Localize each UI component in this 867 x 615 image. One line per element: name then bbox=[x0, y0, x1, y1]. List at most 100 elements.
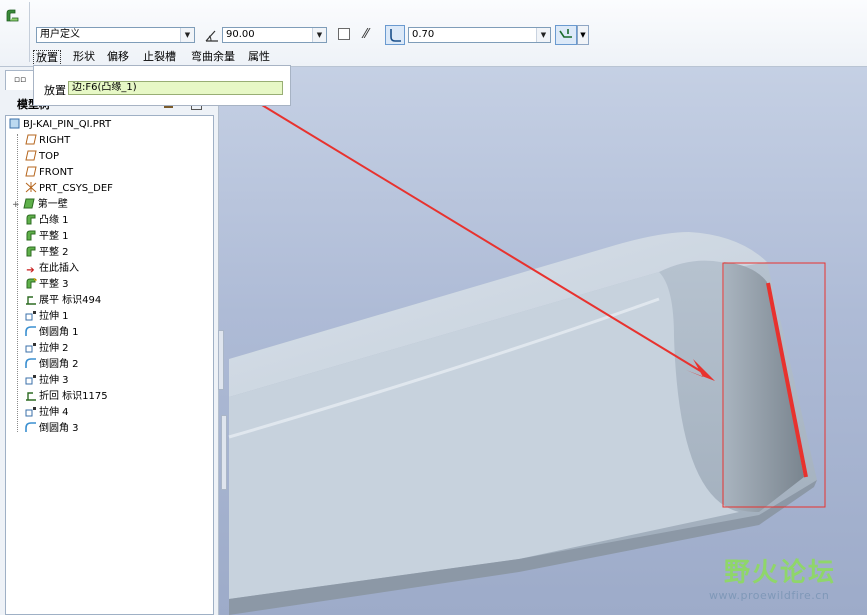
tree-item-csys[interactable]: PRT_CSYS_DEF bbox=[24, 182, 113, 196]
extrude-icon bbox=[24, 342, 37, 353]
tree-item-label: 拉伸 1 bbox=[39, 311, 69, 322]
tree-connector-line bbox=[17, 134, 18, 432]
unbend-icon bbox=[24, 294, 37, 305]
tree-item-bend-back[interactable]: 折回 标识1175 bbox=[24, 390, 108, 404]
chevron-down-icon[interactable]: ▼ bbox=[312, 28, 326, 42]
tree-item-label: 平整 3 bbox=[39, 279, 69, 290]
tree-item-front[interactable]: FRONT bbox=[24, 166, 73, 180]
bend-position-icon bbox=[559, 29, 572, 38]
csys-icon bbox=[24, 182, 37, 193]
flip-direction-icon[interactable]: ⁄⁄ bbox=[357, 26, 375, 44]
tree-item-label: 拉伸 3 bbox=[39, 375, 69, 386]
annotation-overlay bbox=[219, 78, 826, 508]
extrude-icon bbox=[24, 310, 37, 321]
flat-wall-icon bbox=[24, 246, 37, 257]
wall-icon bbox=[23, 198, 36, 209]
dashboard-separator bbox=[29, 2, 30, 62]
tree-item-insert-here[interactable]: ➔ 在此插入 bbox=[24, 262, 79, 276]
tree-item-round-2[interactable]: 倒圆角 2 bbox=[24, 358, 79, 372]
placement-label: 放置 bbox=[44, 84, 66, 97]
tree-item-label: 拉伸 4 bbox=[39, 407, 69, 418]
tree-item-flange-1[interactable]: 凸缘 1 bbox=[24, 214, 69, 228]
graphics-window[interactable]: 野火论坛 www.proewildfire.cn bbox=[219, 67, 867, 615]
tree-item-flat-3[interactable]: 平整 3 bbox=[24, 277, 69, 292]
bend-angle-value: 90.00 bbox=[226, 29, 255, 40]
tree-item-unbend[interactable]: 展平 标识494 bbox=[24, 294, 101, 308]
chevron-down-icon[interactable]: ▼ bbox=[536, 28, 550, 42]
watermark-url: www.proewildfire.cn bbox=[709, 589, 830, 602]
watermark-title: 野火论坛 bbox=[724, 558, 837, 588]
tree-item-label: BJ-KAI_PIN_QI.PRT bbox=[23, 119, 112, 130]
tree-item-part[interactable]: BJ-KAI_PIN_QI.PRT bbox=[8, 118, 111, 132]
inner-radius-button[interactable] bbox=[385, 25, 405, 45]
round-icon bbox=[24, 326, 37, 337]
tab-placement[interactable]: 放置 bbox=[33, 50, 61, 66]
flat-wall-dashboard: 用户定义 ▼ 90.00 ▼ ⁄⁄ 0.70 ▼ ▼ 放置 形状 偏移 止裂槽 … bbox=[0, 0, 867, 67]
bend-radius-input[interactable]: 0.70 ▼ bbox=[408, 27, 551, 43]
extrude-icon bbox=[24, 374, 37, 385]
tree-item-label: PRT_CSYS_DEF bbox=[39, 183, 113, 194]
tree-item-label: 在此插入 bbox=[39, 263, 79, 274]
bend-position-button[interactable] bbox=[555, 25, 577, 45]
tab-bend-allowance[interactable]: 弯曲余量 bbox=[189, 50, 237, 64]
insert-here-icon: ➔ bbox=[26, 265, 35, 276]
thickness-side-icon[interactable] bbox=[338, 28, 350, 40]
model-tree: BJ-KAI_PIN_QI.PRT RIGHT TOP FRONT PRT_CS… bbox=[5, 115, 214, 615]
tree-item-extrude-2[interactable]: 拉伸 2 bbox=[24, 342, 69, 356]
round-icon bbox=[24, 358, 37, 369]
tree-item-label: 倒圆角 2 bbox=[39, 359, 79, 370]
navigator-panel: ▫▫ 模型树 BJ-KAI_PIN_QI.PRT RIGHT TOP FRONT… bbox=[0, 67, 219, 615]
panel-splitter-handle[interactable] bbox=[221, 415, 227, 490]
bend-type-value: 用户定义 bbox=[40, 29, 80, 40]
tree-item-label: 倒圆角 3 bbox=[39, 423, 79, 434]
flange-icon bbox=[24, 214, 37, 225]
chevron-down-icon[interactable]: ▼ bbox=[180, 28, 194, 42]
panel-splitter-handle[interactable] bbox=[218, 330, 224, 390]
bend-radius-value: 0.70 bbox=[412, 29, 435, 40]
tree-item-label: 平整 2 bbox=[39, 247, 69, 258]
datum-plane-icon bbox=[24, 166, 37, 177]
tree-item-label: FRONT bbox=[39, 167, 74, 178]
tree-item-extrude-4[interactable]: 拉伸 4 bbox=[24, 406, 69, 420]
placement-reference-collector[interactable]: 边:F6(凸缘_1) bbox=[68, 81, 283, 95]
tree-item-extrude-1[interactable]: 拉伸 1 bbox=[24, 310, 69, 324]
tree-item-flat-1[interactable]: 平整 1 bbox=[24, 230, 69, 244]
inner-radius-icon bbox=[390, 29, 401, 42]
bend-type-dropdown[interactable]: 用户定义 ▼ bbox=[36, 27, 195, 43]
tab-offset[interactable]: 偏移 bbox=[105, 50, 131, 64]
tree-item-label: 第一壁 bbox=[37, 199, 68, 210]
tree-item-round-1[interactable]: 倒圆角 1 bbox=[24, 326, 79, 340]
tree-item-flat-2[interactable]: 平整 2 bbox=[24, 246, 69, 260]
bend-angle-input[interactable]: 90.00 ▼ bbox=[222, 27, 327, 43]
chevron-down-icon[interactable]: ▼ bbox=[577, 25, 589, 45]
tree-item-label: 凸缘 1 bbox=[39, 215, 69, 226]
tree-item-top[interactable]: TOP bbox=[24, 150, 59, 164]
tab-shape[interactable]: 形状 bbox=[71, 50, 97, 64]
tab-relief[interactable]: 止裂槽 bbox=[141, 50, 178, 64]
datum-plane-icon bbox=[24, 150, 37, 161]
bend-back-icon bbox=[24, 390, 37, 401]
round-icon bbox=[24, 422, 37, 433]
tab-model-tree[interactable]: ▫▫ bbox=[5, 70, 35, 90]
tree-item-extrude-3[interactable]: 拉伸 3 bbox=[24, 374, 69, 388]
tree-item-label: RIGHT bbox=[39, 135, 71, 146]
flat-wall-feature-icon bbox=[6, 9, 19, 22]
tree-item-right[interactable]: RIGHT bbox=[24, 134, 70, 148]
extrude-icon bbox=[24, 406, 37, 417]
model-tree-tab-icon: ▫▫ bbox=[13, 75, 27, 85]
expand-icon[interactable]: + bbox=[12, 200, 20, 210]
tree-item-first-wall[interactable]: + 第一壁 bbox=[12, 198, 68, 212]
tree-item-label: 倒圆角 1 bbox=[39, 327, 79, 338]
tree-item-label: 拉伸 2 bbox=[39, 343, 69, 354]
flat-wall-icon bbox=[24, 230, 37, 241]
placement-panel: 放置 边:F6(凸缘_1) bbox=[33, 65, 291, 106]
tree-item-label: 展平 标识494 bbox=[39, 295, 102, 306]
tab-properties[interactable]: 属性 bbox=[246, 50, 272, 64]
tree-item-label: 折回 标识1175 bbox=[39, 391, 108, 402]
part-icon bbox=[8, 118, 21, 129]
datum-plane-icon bbox=[24, 134, 37, 145]
flat-wall-icon bbox=[24, 277, 37, 289]
tree-item-round-3[interactable]: 倒圆角 3 bbox=[24, 422, 79, 436]
tree-item-label: TOP bbox=[39, 151, 60, 162]
tree-item-label: 平整 1 bbox=[39, 231, 69, 242]
